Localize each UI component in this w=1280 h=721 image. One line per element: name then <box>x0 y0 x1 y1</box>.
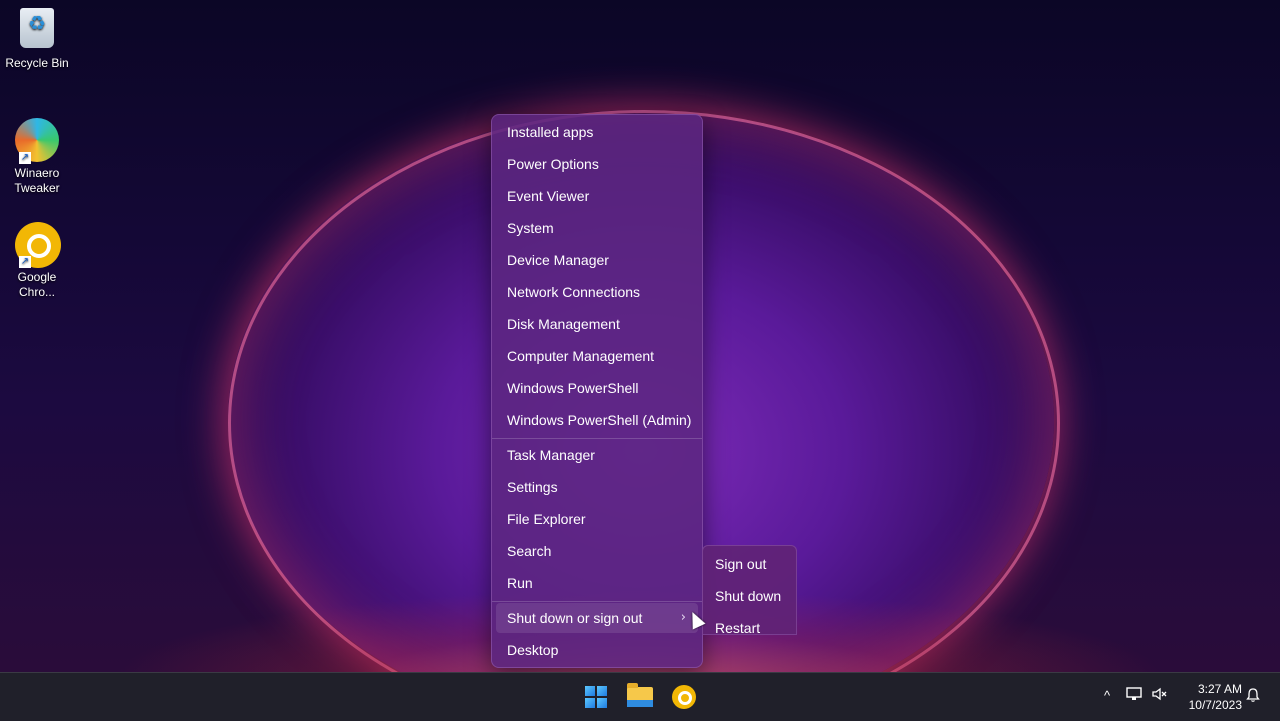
file-explorer-icon <box>627 683 653 707</box>
taskbar-google-chrome-button[interactable] <box>668 681 700 713</box>
menu-item-search[interactable]: Search <box>496 536 698 566</box>
recycle-bin-icon <box>15 8 59 52</box>
clock-time: 3:27 AM <box>1197 682 1242 696</box>
menu-item-event-viewer[interactable]: Event Viewer <box>496 181 698 211</box>
clock-date: 10/7/2023 <box>1188 698 1242 712</box>
shortcut-arrow-icon: ↗ <box>19 256 31 268</box>
menu-item-system[interactable]: System <box>496 213 698 243</box>
desktop-icon-label: Recycle Bin <box>5 56 69 70</box>
notifications-icon[interactable] <box>1244 687 1262 705</box>
menu-item-run[interactable]: Run <box>496 568 698 598</box>
google-chrome-icon <box>672 685 696 709</box>
menu-separator <box>492 601 702 602</box>
menu-item-windows-powershell-admin[interactable]: Windows PowerShell (Admin) <box>496 405 698 435</box>
start-button[interactable] <box>580 681 612 713</box>
desktop-icon-recycle-bin[interactable]: Recycle Bin <box>0 8 74 71</box>
menu-item-network-connections[interactable]: Network Connections <box>496 277 698 307</box>
desktop-icon-google-chrome[interactable]: ↗ Google Chro... <box>0 222 74 300</box>
desktop-icon-label: Winaero Tweaker <box>14 166 60 195</box>
menu-item-device-manager[interactable]: Device Manager <box>496 245 698 275</box>
menu-item-disk-management[interactable]: Disk Management <box>496 309 698 339</box>
chevron-right-icon: › <box>680 610 686 625</box>
volume-muted-icon[interactable] <box>1151 687 1169 705</box>
menu-item-installed-apps[interactable]: Installed apps <box>496 117 698 147</box>
taskbar-clock[interactable]: 3:27 AM 10/7/2023 <box>1176 681 1242 713</box>
shortcut-arrow-icon: ↗ <box>19 152 31 164</box>
menu-item-windows-powershell[interactable]: Windows PowerShell <box>496 373 698 403</box>
menu-item-settings[interactable]: Settings <box>496 472 698 502</box>
winx-context-menu: Installed apps Power Options Event Viewe… <box>491 114 703 668</box>
desktop-icon-label: Google Chro... <box>17 270 57 299</box>
menu-item-power-options[interactable]: Power Options <box>496 149 698 179</box>
show-hidden-icons-chevron-icon[interactable]: ^ <box>1098 687 1116 705</box>
menu-item-shut-down-or-sign-out[interactable]: Shut down or sign out › <box>496 603 698 633</box>
windows-start-icon <box>585 686 607 708</box>
menu-item-desktop[interactable]: Desktop <box>496 635 698 665</box>
taskbar: ^ 3:27 AM 10/7/2023 <box>0 672 1280 721</box>
submenu-item-restart[interactable]: Restart <box>715 613 760 634</box>
menu-item-file-explorer[interactable]: File Explorer <box>496 504 698 534</box>
shutdown-submenu: Sign out Shut down Restart <box>702 545 797 635</box>
taskbar-file-explorer-button[interactable] <box>624 681 656 713</box>
network-icon[interactable] <box>1125 687 1143 705</box>
menu-item-task-manager[interactable]: Task Manager <box>496 440 698 470</box>
google-chrome-icon: ↗ <box>15 222 61 268</box>
submenu-item-shut-down[interactable]: Shut down <box>715 581 781 611</box>
menu-separator <box>492 438 702 439</box>
menu-item-label: Shut down or sign out <box>507 610 643 626</box>
winaero-tweaker-icon: ↗ <box>15 118 59 164</box>
submenu-item-sign-out[interactable]: Sign out <box>715 549 766 579</box>
desktop-icon-winaero-tweaker[interactable]: ↗ Winaero Tweaker <box>0 118 74 196</box>
menu-item-computer-management[interactable]: Computer Management <box>496 341 698 371</box>
